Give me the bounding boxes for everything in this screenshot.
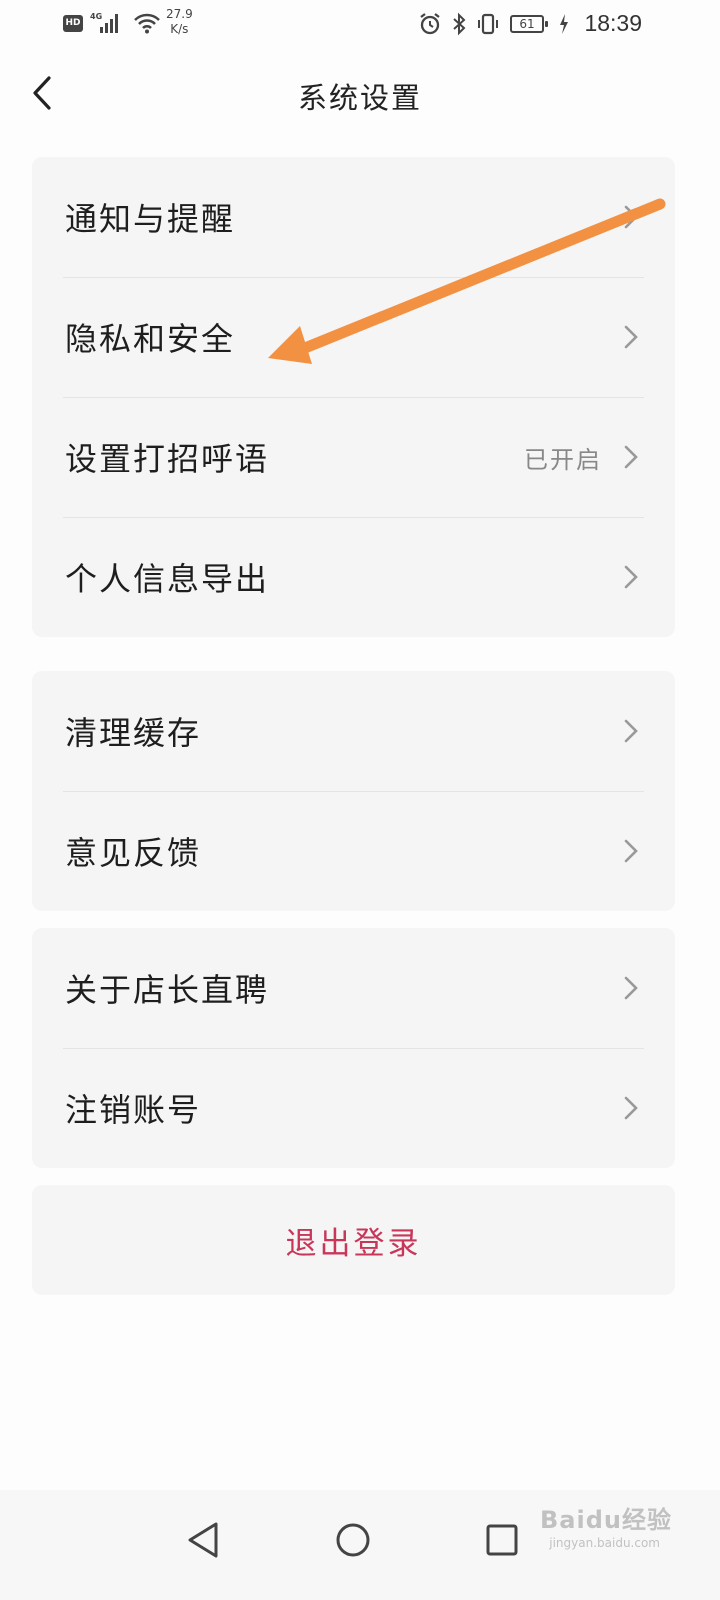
- square-recents-icon[interactable]: [472, 1510, 532, 1570]
- logout-label: 退出登录: [285, 1225, 422, 1262]
- speed-unit: K/s: [170, 22, 189, 36]
- row-label: 个人信息导出: [65, 560, 270, 598]
- row-label: 通知与提醒: [65, 200, 236, 238]
- chevron-right-icon: [624, 839, 638, 863]
- personal-info-export-row[interactable]: 个人信息导出: [32, 517, 675, 637]
- signal-icon: [100, 13, 118, 33]
- settings-group-1: 通知与提醒 隐私和安全 设置打招呼语 已开启 个人信息导出: [32, 157, 675, 637]
- page-title: 系统设置: [297, 81, 422, 115]
- about-row[interactable]: 关于店长直聘: [32, 928, 675, 1048]
- header: 系统设置: [0, 55, 720, 131]
- chevron-right-icon: [624, 205, 638, 229]
- notifications-row[interactable]: 通知与提醒: [32, 157, 675, 277]
- wifi-icon: [134, 13, 160, 34]
- circle-home-icon[interactable]: [323, 1510, 383, 1570]
- logout-button[interactable]: 退出登录: [32, 1185, 675, 1295]
- deactivate-account-row[interactable]: 注销账号: [32, 1048, 675, 1168]
- chevron-right-icon: [624, 1096, 638, 1120]
- greeting-row[interactable]: 设置打招呼语 已开启: [32, 397, 675, 517]
- alarm-icon: [420, 13, 440, 35]
- watermark: Baidu经验: [540, 1506, 672, 1534]
- chevron-right-icon: [624, 719, 638, 743]
- row-label: 意见反馈: [65, 834, 202, 872]
- bluetooth-icon: [453, 12, 466, 36]
- clear-cache-row[interactable]: 清理缓存: [32, 671, 675, 791]
- vibrate-icon: [478, 13, 498, 35]
- speed-value: 27.9: [166, 7, 193, 21]
- feedback-row[interactable]: 意见反馈: [32, 791, 675, 911]
- status-bar: HD 4G 27.9 K/s 61 18:39: [0, 0, 720, 48]
- greeting-status: 已开启: [524, 445, 602, 474]
- battery-icon: 61: [510, 15, 548, 33]
- chevron-right-icon: [624, 445, 638, 469]
- network-speed: 27.9 K/s: [166, 7, 193, 37]
- charging-icon: [560, 14, 568, 34]
- hd-badge: HD: [63, 15, 83, 32]
- chevron-right-icon: [624, 565, 638, 589]
- row-label: 清理缓存: [65, 714, 202, 752]
- watermark-url: jingyan.baidu.com: [549, 1536, 660, 1550]
- row-label: 隐私和安全: [65, 320, 236, 358]
- row-label: 注销账号: [65, 1091, 202, 1129]
- privacy-security-row[interactable]: 隐私和安全: [32, 277, 675, 397]
- status-icons: 61: [418, 12, 570, 36]
- row-label: 设置打招呼语: [65, 440, 270, 478]
- chevron-right-icon: [624, 976, 638, 1000]
- row-label: 关于店长直聘: [65, 971, 270, 1009]
- chevron-right-icon: [624, 325, 638, 349]
- settings-group-2: 清理缓存 意见反馈: [32, 671, 675, 911]
- settings-group-3: 关于店长直聘 注销账号: [32, 928, 675, 1168]
- triangle-back-icon[interactable]: [172, 1510, 232, 1570]
- clock: 18:39: [584, 10, 642, 36]
